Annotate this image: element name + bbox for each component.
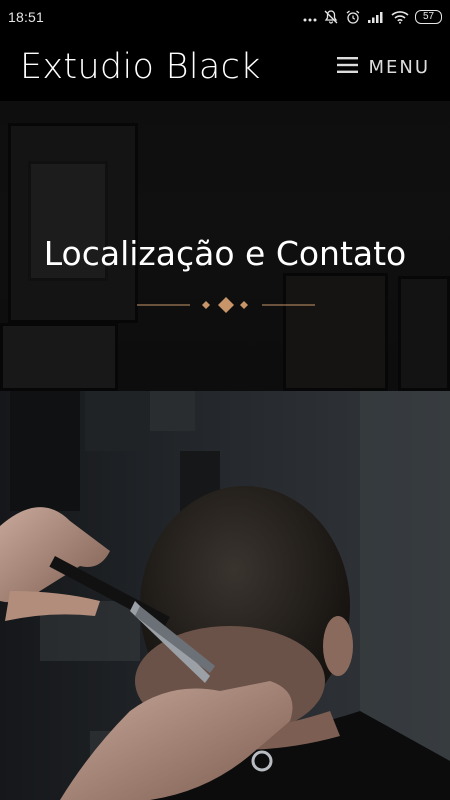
- page-heading: Localização e Contato: [43, 234, 407, 273]
- alarm-icon: [345, 9, 361, 24]
- status-icons: 57: [303, 9, 442, 24]
- hamburger-icon[interactable]: [337, 56, 359, 78]
- dots-icon: [303, 10, 317, 24]
- wifi-icon: [391, 10, 409, 24]
- site-header: Extudio Black MENU: [0, 33, 450, 101]
- status-time: 18:51: [8, 8, 45, 25]
- battery-icon: 57: [415, 9, 442, 24]
- menu-button[interactable]: MENU: [337, 56, 430, 78]
- barber-photo-illustration: [0, 391, 450, 800]
- status-bar: 18:51 57: [0, 0, 450, 33]
- heading-divider: [0, 297, 450, 313]
- barber-cutting-hair-photo: [0, 391, 450, 800]
- menu-label[interactable]: MENU: [368, 57, 430, 78]
- site-title[interactable]: Extudio Black: [20, 47, 261, 87]
- hero-banner: Localização e Contato: [0, 101, 450, 391]
- signal-icon: [367, 10, 385, 24]
- diamond-ornament-icon: [137, 297, 315, 313]
- mute-icon: [323, 9, 339, 24]
